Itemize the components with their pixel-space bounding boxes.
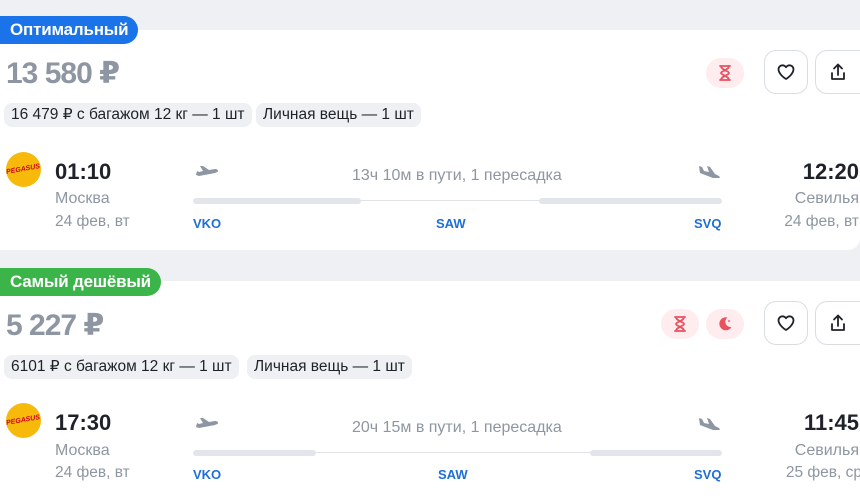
share-button[interactable] bbox=[815, 50, 860, 94]
flight-segment-1 bbox=[193, 198, 361, 204]
offer-price: 13 580 ₽ bbox=[6, 57, 120, 90]
heart-icon bbox=[777, 64, 795, 80]
offer-badge-optimal: Оптимальный bbox=[0, 16, 139, 44]
baggage-price-chip[interactable]: 16 479 ₽ с багажом 12 кг — 1 шт bbox=[4, 103, 252, 127]
arrival-date: 25 фев, ср bbox=[785, 464, 860, 481]
departure-date: 24 фев, вт bbox=[55, 213, 130, 230]
layover-line bbox=[316, 452, 590, 453]
takeoff-icon bbox=[196, 418, 218, 428]
personal-item-chip: Личная вещь — 1 шт bbox=[247, 355, 412, 379]
departure-date: 24 фев, вт bbox=[55, 464, 130, 481]
arrival-time: 11:45 bbox=[803, 410, 859, 435]
landing-icon bbox=[699, 166, 720, 178]
offer-price: 5 227 ₽ bbox=[6, 309, 104, 342]
baggage-price-chip[interactable]: 6101 ₽ с багажом 12 кг — 1 шт bbox=[4, 355, 239, 379]
favorite-button[interactable] bbox=[764, 301, 808, 345]
moon-icon bbox=[719, 317, 732, 331]
night-flight-warning[interactable] bbox=[706, 309, 744, 339]
flight-segment-1 bbox=[193, 450, 316, 456]
airline-logo: PEGASUS bbox=[6, 152, 41, 187]
departure-time: 17:30 bbox=[55, 410, 112, 435]
share-icon bbox=[831, 63, 845, 80]
transfer-airport-code: SAW bbox=[436, 216, 466, 231]
layover-line bbox=[361, 200, 539, 201]
transfer-airport-code: SAW bbox=[438, 467, 468, 482]
arrival-city: Севилья bbox=[794, 190, 859, 207]
departure-time: 01:10 bbox=[55, 159, 112, 184]
arrival-time: 12:20 bbox=[802, 159, 859, 184]
arrival-city: Севилья bbox=[794, 442, 859, 459]
trip-duration: 13ч 10м в пути, 1 пересадка bbox=[352, 167, 562, 184]
hourglass-icon bbox=[674, 316, 686, 332]
destination-airport-code: SVQ bbox=[694, 467, 722, 482]
share-button[interactable] bbox=[815, 301, 860, 345]
share-icon bbox=[831, 314, 845, 331]
trip-duration: 20ч 15м в пути, 1 пересадка bbox=[352, 419, 562, 436]
long-layover-warning[interactable] bbox=[661, 309, 699, 339]
takeoff-icon bbox=[196, 166, 218, 176]
landing-icon bbox=[699, 418, 720, 430]
destination-airport-code: SVQ bbox=[694, 216, 722, 231]
origin-airport-code: VKO bbox=[193, 216, 222, 231]
heart-icon bbox=[777, 315, 795, 331]
favorite-button[interactable] bbox=[764, 50, 808, 94]
arrival-date: 24 фев, вт bbox=[784, 213, 859, 230]
long-layover-warning[interactable] bbox=[706, 58, 744, 88]
personal-item-chip: Личная вещь — 1 шт bbox=[256, 103, 421, 127]
departure-city: Москва bbox=[55, 442, 110, 459]
airline-logo: PEGASUS bbox=[6, 403, 41, 438]
departure-city: Москва bbox=[55, 190, 110, 207]
hourglass-icon bbox=[719, 65, 731, 81]
flight-segment-2 bbox=[539, 198, 722, 204]
offer-badge-cheapest: Самый дешёвый bbox=[0, 268, 161, 296]
origin-airport-code: VKO bbox=[193, 467, 222, 482]
flight-segment-2 bbox=[590, 450, 722, 456]
